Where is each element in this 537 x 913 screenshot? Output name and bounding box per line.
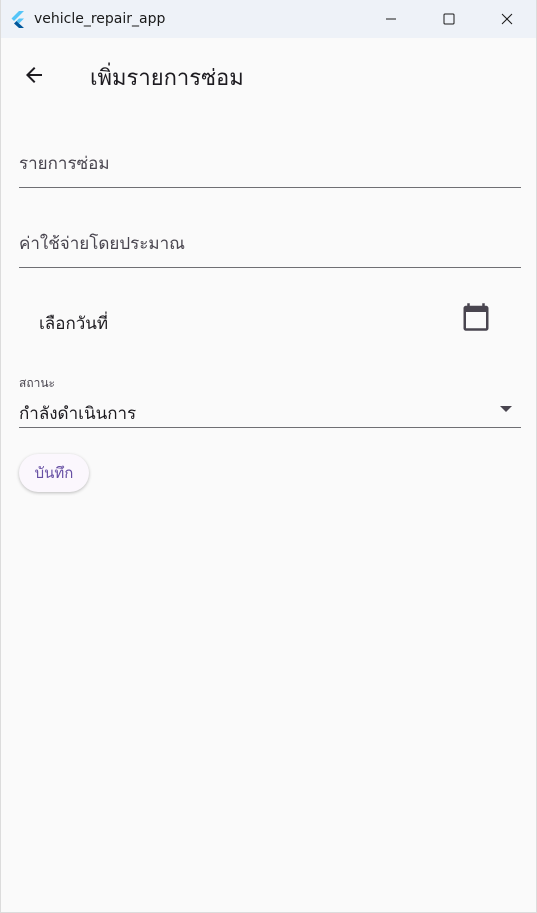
app-bar: เพิ่มรายการซ่อม <box>1 38 536 112</box>
dropdown-arrow-icon <box>500 406 512 412</box>
calendar-button[interactable] <box>459 300 493 334</box>
window-title: vehicle_repair_app <box>34 11 166 27</box>
close-button[interactable] <box>478 0 536 38</box>
window-title-bar[interactable]: vehicle_repair_app <box>1 0 536 38</box>
repair-item-field[interactable]: รายการซ่อม <box>19 140 521 188</box>
date-label: เลือกวันที่ <box>39 314 109 334</box>
status-label: สถานะ <box>19 376 55 390</box>
page-title: เพิ่มรายการซ่อม <box>90 66 244 91</box>
save-button[interactable]: บันทึก <box>19 454 89 492</box>
maximize-button[interactable] <box>420 0 478 38</box>
app-window: vehicle_repair_app เพิ่มรายการซ่อม รายกา… <box>0 0 537 913</box>
arrow-back-icon <box>26 67 42 83</box>
repair-item-placeholder: รายการซ่อม <box>19 154 110 174</box>
close-icon <box>501 13 513 25</box>
maximize-icon <box>443 13 455 25</box>
status-dropdown[interactable]: สถานะ กำลังดำเนินการ <box>19 372 521 428</box>
date-picker-row: เลือกวันที่ <box>19 296 521 346</box>
back-button[interactable] <box>14 55 54 95</box>
cost-placeholder: ค่าใช้จ่ายโดยประมาณ <box>19 234 185 254</box>
window-controls <box>362 0 536 38</box>
calendar-icon <box>463 303 489 331</box>
minimize-button[interactable] <box>362 0 420 38</box>
flutter-logo-icon <box>11 11 24 28</box>
cost-field[interactable]: ค่าใช้จ่ายโดยประมาณ <box>19 220 521 268</box>
minimize-icon <box>386 18 396 20</box>
status-selected-value: กำลังดำเนินการ <box>19 404 137 424</box>
